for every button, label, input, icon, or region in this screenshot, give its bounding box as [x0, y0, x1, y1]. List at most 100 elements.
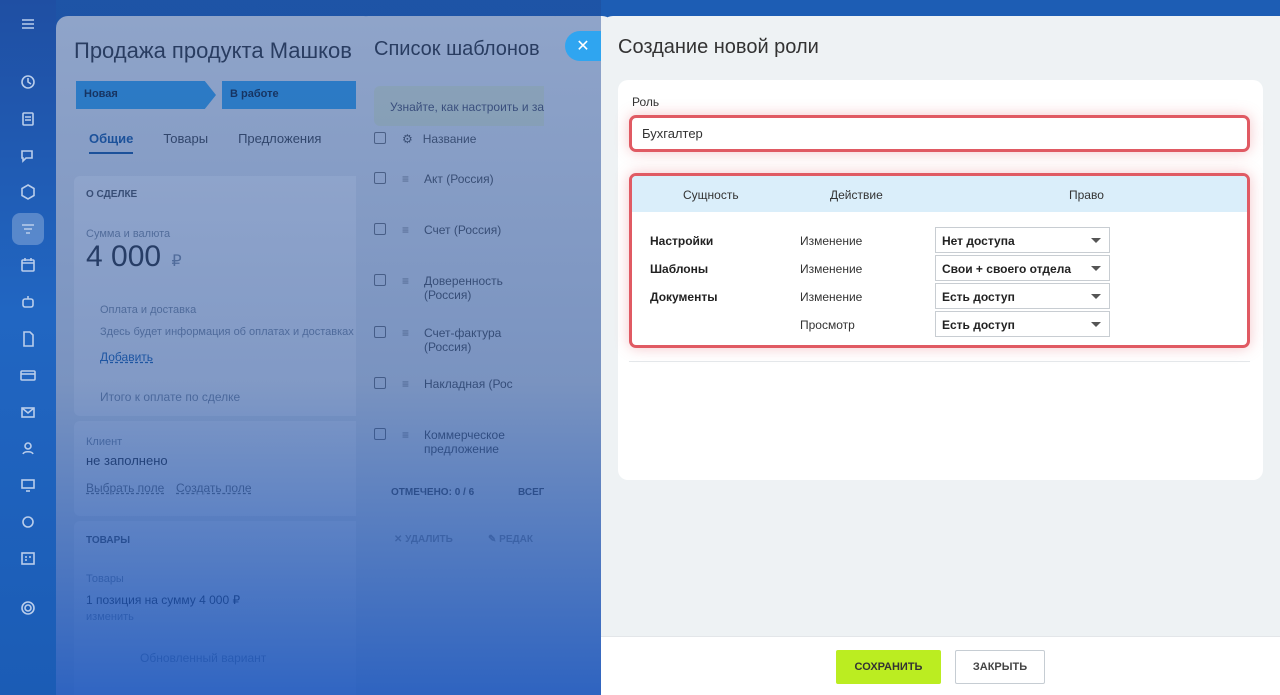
settings-icon[interactable] — [12, 592, 44, 624]
row-checkbox[interactable] — [374, 172, 386, 184]
stage-new[interactable]: Новая — [76, 81, 216, 109]
permission-row: Документы Изменение Есть доступ — [632, 282, 1247, 310]
right-select[interactable]: Нет доступа — [935, 227, 1110, 253]
template-name: Счет (Россия) — [424, 223, 502, 237]
drag-handle-icon[interactable]: ≡ — [402, 274, 414, 288]
create-role-panel: Создание новой роли Роль Бухгалтер Сущно… — [601, 16, 1280, 695]
template-row[interactable]: ≡ Коммерческое предложение — [374, 428, 566, 456]
template-row[interactable]: ≡ Акт (Россия) — [374, 172, 566, 186]
action-name: Изменение — [800, 262, 863, 276]
role-name-input[interactable]: Бухгалтер — [629, 115, 1250, 152]
drag-handle-icon[interactable]: ≡ — [402, 172, 414, 186]
template-name: Коммерческое предложение — [424, 428, 505, 456]
row-checkbox[interactable] — [374, 377, 386, 389]
permission-row: Настройки Изменение Нет доступа — [632, 226, 1247, 254]
entity-name: Шаблоны — [650, 262, 709, 276]
templates-header-row: ⚙ Название — [374, 132, 566, 146]
drag-handle-icon[interactable]: ≡ — [402, 326, 414, 340]
hexagon-icon[interactable] — [12, 176, 44, 208]
close-button[interactable]: ЗАКРЫТЬ — [955, 650, 1045, 684]
template-name: Накладная (Рос — [424, 377, 513, 391]
right-select[interactable]: Есть доступ — [935, 311, 1110, 337]
row-checkbox[interactable] — [374, 223, 386, 235]
header-action: Действие — [830, 188, 883, 202]
chevron-down-icon — [1091, 322, 1101, 327]
stage-in-progress[interactable]: В работе — [222, 81, 372, 109]
save-button[interactable]: СОХРАНИТЬ — [836, 650, 941, 684]
sum-row: 4 000 ₽ — [86, 240, 182, 274]
drag-handle-icon[interactable]: ≡ — [402, 223, 414, 237]
templates-hint: Узнайте, как настроить и за — [374, 86, 566, 126]
template-row[interactable]: ≡ Накладная (Рос — [374, 377, 566, 391]
panel-footer: СОХРАНИТЬ ЗАКРЫТЬ — [601, 636, 1280, 695]
select-all-checkbox[interactable] — [374, 132, 386, 144]
calendar-icon[interactable] — [12, 249, 44, 281]
add-payment-link[interactable]: Добавить — [100, 350, 153, 364]
drag-handle-icon[interactable]: ≡ — [402, 428, 414, 442]
header-entity: Сущность — [683, 188, 739, 202]
create-field-link[interactable]: Создать поле — [176, 481, 252, 495]
permissions-header: Сущность Действие Право — [632, 176, 1247, 212]
close-slider-button[interactable]: ✕ — [565, 31, 605, 61]
role-label: Роль — [632, 95, 660, 109]
entity-name: Документы — [650, 290, 718, 304]
payment-text: Здесь будет информация об оплатах и дост… — [100, 326, 354, 338]
panel-title: Создание новой роли — [618, 36, 819, 58]
tab-offers[interactable]: Предложения — [238, 131, 321, 154]
document-icon[interactable] — [12, 323, 44, 355]
right-select[interactable]: Есть доступ — [935, 283, 1110, 309]
client-section: Клиент не заполнено Выбрать поле Создать… — [74, 421, 374, 516]
column-name: Название — [422, 132, 477, 146]
permissions-table: Сущность Действие Право Настройки Измене… — [629, 173, 1250, 348]
robot-icon[interactable] — [12, 286, 44, 318]
edit-button[interactable]: ✎ РЕДАК — [488, 534, 533, 545]
goods-hint: Обновленный вариант — [140, 651, 267, 665]
deal-card: Продажа продукта Машков Новая В работе О… — [56, 16, 376, 695]
template-row[interactable]: ≡ Счет (Россия) — [374, 223, 566, 237]
card-icon[interactable] — [12, 359, 44, 391]
client-label: Клиент — [86, 436, 123, 448]
client-value: не заполнено — [86, 453, 168, 468]
mail-icon[interactable] — [12, 396, 44, 428]
currency: ₽ — [171, 253, 182, 270]
divider — [629, 361, 1250, 362]
payment-title: Оплата и доставка — [100, 304, 197, 316]
chat-icon[interactable] — [12, 140, 44, 172]
tab-general[interactable]: Общие — [89, 131, 134, 154]
deal-tabs: Общие Товары Предложения — [89, 131, 321, 154]
delete-button[interactable]: ✕ УДАЛИТЬ — [394, 534, 453, 545]
about-section: О СДЕЛКЕ Сумма и валюта 4 000 ₽ Оплата и… — [74, 176, 374, 416]
goods-section: ТОВАРЫ Товары 1 позиция на сумму 4 000 ₽… — [74, 521, 374, 695]
action-name: Просмотр — [800, 318, 855, 332]
action-name: Изменение — [800, 234, 863, 248]
crm-icon[interactable] — [12, 213, 44, 245]
header-right: Право — [1069, 188, 1104, 202]
right-select[interactable]: Свои + своего отдела — [935, 255, 1110, 281]
badge-icon[interactable] — [12, 506, 44, 538]
left-nav-rail — [0, 0, 56, 695]
activity-icon[interactable] — [12, 66, 44, 98]
permission-row: Шаблоны Изменение Свои + своего отдела — [632, 254, 1247, 282]
schedule-icon[interactable] — [12, 542, 44, 574]
template-row[interactable]: ≡ Счет-фактура (Россия) — [374, 326, 566, 354]
monitor-icon[interactable] — [12, 469, 44, 501]
entity-name: Настройки — [650, 234, 714, 248]
tab-goods[interactable]: Товары — [163, 131, 208, 154]
chevron-down-icon — [1091, 294, 1101, 299]
select-field-link[interactable]: Выбрать поле — [86, 481, 164, 495]
row-checkbox[interactable] — [374, 274, 386, 286]
contacts-icon[interactable] — [12, 432, 44, 464]
tasks-icon[interactable] — [12, 103, 44, 135]
goods-edit-link[interactable]: изменить — [86, 611, 134, 623]
drag-handle-icon[interactable]: ≡ — [402, 377, 414, 391]
menu-icon[interactable] — [12, 8, 44, 40]
sum-value: 4 000 — [86, 240, 162, 273]
close-icon: ✕ — [576, 38, 590, 55]
total-label: Итого к оплате по сделке — [100, 390, 241, 404]
row-checkbox[interactable] — [374, 428, 386, 440]
template-row[interactable]: ≡ Доверенность (Россия) — [374, 274, 566, 302]
total-count: ВСЕГ — [518, 487, 545, 498]
row-checkbox[interactable] — [374, 326, 386, 338]
permission-row: Просмотр Есть доступ — [632, 310, 1247, 338]
gear-icon[interactable]: ⚙ — [402, 132, 413, 146]
